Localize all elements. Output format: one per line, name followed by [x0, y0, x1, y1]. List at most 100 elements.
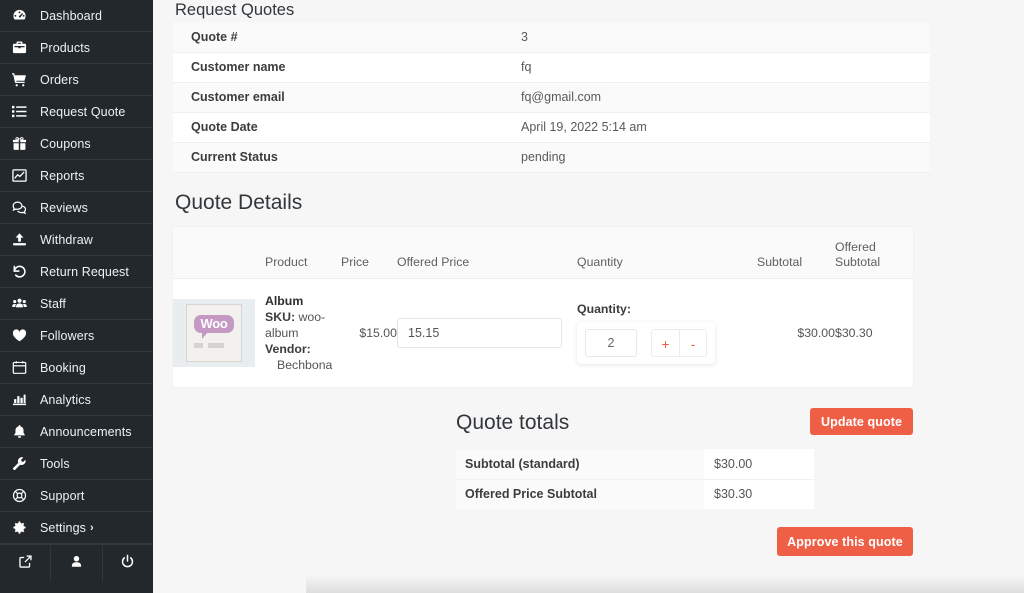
table-row: Current Status pending	[173, 142, 930, 173]
main-content: Request Quotes Quote # 3 Customer name f…	[153, 0, 1024, 593]
offered-price-cell	[397, 278, 577, 387]
sidebar-item-label: Staff	[40, 296, 66, 311]
undo-icon	[12, 264, 34, 279]
sidebar-item-label: Reports	[40, 168, 85, 183]
info-label: Quote Date	[173, 112, 503, 143]
sidebar-item-label: Booking	[40, 360, 86, 375]
table-header-row: Product Price Offered Price Quantity Sub…	[173, 226, 913, 279]
gift-icon	[12, 136, 34, 151]
heart-icon	[12, 328, 34, 343]
quantity-input[interactable]	[585, 329, 637, 357]
sidebar-item-request-quote[interactable]: Request Quote	[0, 96, 153, 128]
sidebar-item-return-request[interactable]: Return Request	[0, 256, 153, 288]
sidebar-item-label: Settings	[40, 520, 86, 535]
album-cover-art: Woo	[186, 304, 242, 362]
cart-icon	[12, 72, 34, 87]
comments-icon	[12, 200, 34, 215]
sidebar-item-announcements[interactable]: Announcements	[0, 416, 153, 448]
approve-quote-button[interactable]: Approve this quote	[777, 527, 913, 556]
page-title: Request Quotes	[175, 1, 295, 19]
totals-label: Subtotal (standard)	[456, 449, 704, 480]
sidebar-item-label: Return Request	[40, 264, 129, 279]
sidebar-item-label: Announcements	[40, 424, 132, 439]
info-label: Quote #	[173, 22, 503, 53]
sidebar-item-label: Request Quote	[40, 104, 126, 119]
quantity-label: Quantity:	[577, 302, 631, 316]
sidebar-item-analytics[interactable]: Analytics	[0, 384, 153, 416]
list-icon	[12, 104, 34, 119]
sidebar-item-label: Withdraw	[40, 232, 93, 247]
column-offered-price: Offered Price	[397, 226, 577, 279]
totals-value: $30.30	[704, 479, 814, 509]
sidebar-item-booking[interactable]: Booking	[0, 352, 153, 384]
product-sku: SKU: woo-album	[265, 309, 341, 341]
app-root: Dashboard Products Orders Request Quote …	[0, 0, 1024, 593]
table-row: Quote Date April 19, 2022 5:14 am	[173, 112, 930, 143]
power-icon	[120, 554, 135, 574]
sidebar-item-label: Orders	[40, 72, 79, 87]
sidebar-item-label: Followers	[40, 328, 95, 343]
sidebar-item-reviews[interactable]: Reviews	[0, 192, 153, 224]
table-row: Offered Price Subtotal $30.30	[456, 479, 814, 509]
totals-value: $30.00	[704, 449, 814, 480]
sidebar-item-orders[interactable]: Orders	[0, 64, 153, 96]
quantity-decrease-button[interactable]: -	[679, 329, 707, 357]
line-subtotal: $30.00	[757, 278, 835, 387]
offered-price-input[interactable]	[397, 318, 562, 348]
info-value: 3	[503, 22, 930, 53]
sidebar-item-dashboard[interactable]: Dashboard	[0, 0, 153, 32]
vendor-label: Vendor:	[265, 342, 311, 356]
table-row: Woo Album SKU: woo-album Vendor: Bechbona…	[173, 278, 913, 387]
calendar-icon	[12, 360, 34, 375]
sidebar-item-followers[interactable]: Followers	[0, 320, 153, 352]
sidebar-item-settings[interactable]: Settings ›	[0, 512, 153, 544]
visit-store-button[interactable]	[0, 545, 52, 582]
bottom-shadow	[306, 575, 1024, 593]
info-label: Customer name	[173, 52, 503, 83]
sidebar-item-label: Reviews	[40, 200, 88, 215]
profile-button[interactable]	[51, 545, 103, 582]
column-product: Product	[265, 226, 341, 279]
users-icon	[12, 296, 34, 311]
sidebar-item-staff[interactable]: Staff	[0, 288, 153, 320]
product-info-cell: Album SKU: woo-album Vendor: Bechbona	[265, 278, 341, 387]
quantity-stepper: + -	[577, 322, 715, 364]
chart-line-icon	[12, 168, 34, 183]
sku-label: SKU:	[265, 310, 296, 324]
sidebar-item-products[interactable]: Products	[0, 32, 153, 64]
sidebar: Dashboard Products Orders Request Quote …	[0, 0, 153, 593]
sidebar-item-support[interactable]: Support	[0, 480, 153, 512]
quantity-increase-button[interactable]: +	[651, 329, 679, 357]
quantity-cell: Quantity: + -	[577, 278, 757, 387]
update-quote-button[interactable]: Update quote	[810, 408, 913, 435]
sidebar-item-label: Dashboard	[40, 8, 103, 23]
sidebar-item-label: Products	[40, 40, 91, 55]
product-thumbnail: Woo	[173, 299, 255, 367]
sidebar-filler	[0, 582, 153, 593]
sidebar-item-label: Support	[40, 488, 85, 503]
column-quantity: Quantity	[577, 226, 757, 279]
column-thumbnail	[173, 226, 265, 279]
info-value: fq	[503, 52, 930, 83]
sidebar-item-withdraw[interactable]: Withdraw	[0, 224, 153, 256]
sidebar-item-reports[interactable]: Reports	[0, 160, 153, 192]
cover-scribble	[194, 343, 234, 348]
sidebar-item-tools[interactable]: Tools	[0, 448, 153, 480]
info-label: Customer email	[173, 82, 503, 113]
bar-chart-icon	[12, 392, 34, 407]
info-value: fq@gmail.com	[503, 82, 930, 113]
info-label: Current Status	[173, 142, 503, 173]
sidebar-footer	[0, 544, 153, 582]
totals-label: Offered Price Subtotal	[456, 479, 704, 509]
status-badge: pending	[503, 142, 930, 173]
bell-icon	[12, 424, 34, 439]
lifebuoy-icon	[12, 488, 34, 503]
quantity-buttons: + -	[651, 329, 707, 357]
quote-details-title: Quote Details	[175, 190, 303, 214]
table-row: Quote # 3	[173, 22, 930, 53]
product-name: Album	[265, 294, 304, 308]
column-subtotal: Subtotal	[757, 226, 835, 279]
logout-button[interactable]	[103, 545, 153, 582]
external-link-icon	[18, 554, 33, 574]
sidebar-item-coupons[interactable]: Coupons	[0, 128, 153, 160]
